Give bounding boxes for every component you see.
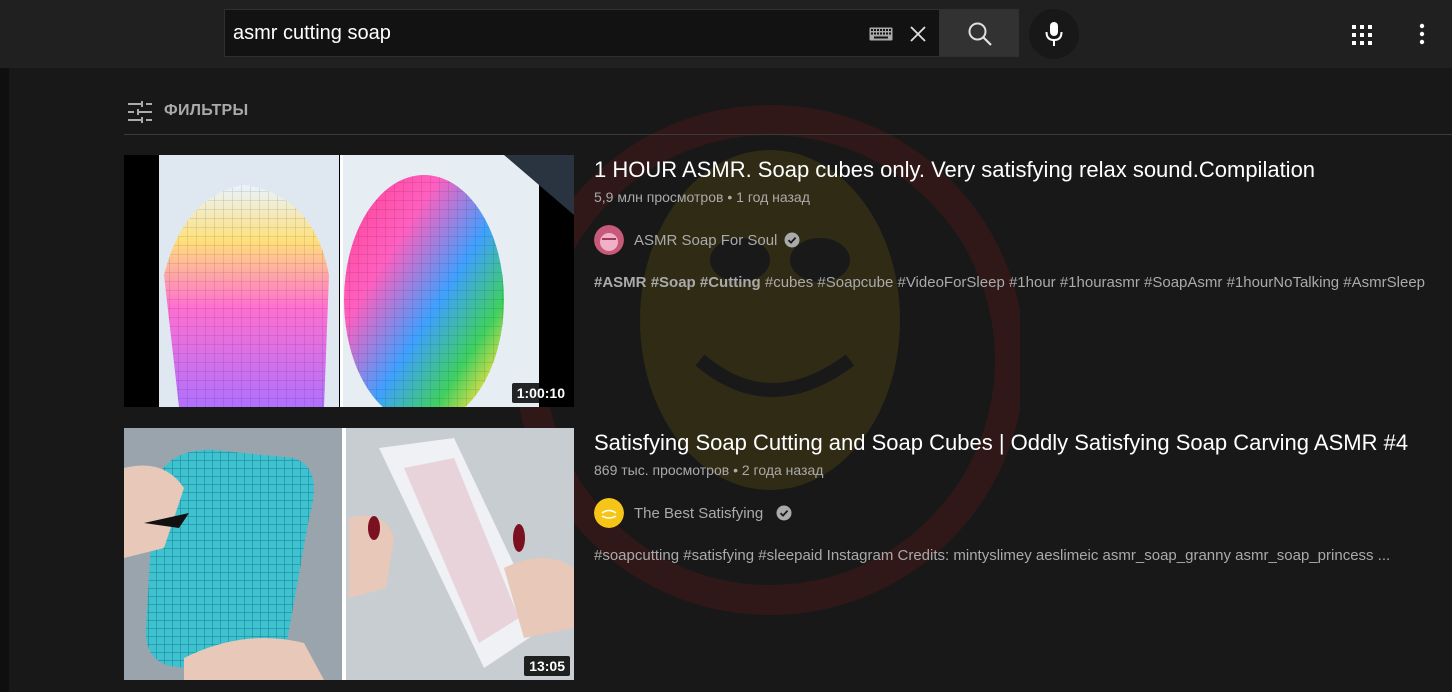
filters-label[interactable]: ФИЛЬТРЫ	[164, 102, 248, 120]
video-thumbnail[interactable]: 1:00:10	[124, 155, 574, 407]
verified-check-icon	[776, 505, 792, 521]
view-count: 869 тыс. просмотров	[594, 462, 730, 478]
meta-separator: •	[727, 189, 737, 205]
search-input[interactable]: asmr cutting soap	[224, 9, 940, 57]
apps-grid-icon[interactable]	[1351, 24, 1373, 46]
video-title[interactable]: 1 HOUR ASMR. Soap cubes only. Very satis…	[594, 157, 1315, 183]
search-query[interactable]: asmr cutting soap	[233, 22, 391, 45]
tune-icon	[128, 101, 152, 123]
video-description: #ASMR #Soap #Cutting #cubes #Soapcube #V…	[594, 274, 1452, 291]
channel-avatar[interactable]	[594, 498, 624, 528]
channel-avatar[interactable]	[594, 225, 624, 255]
search-icon	[968, 22, 992, 46]
upload-age: 1 год назад	[736, 189, 810, 205]
microphone-icon	[1045, 22, 1063, 46]
close-icon[interactable]	[907, 23, 929, 45]
left-gutter	[0, 68, 9, 692]
thumbnail-image	[124, 155, 574, 407]
upload-age: 2 года назад	[741, 462, 824, 478]
thumbnail-image	[124, 428, 574, 680]
search-button[interactable]	[939, 9, 1019, 57]
video-duration: 1:00:10	[511, 383, 570, 403]
keyboard-icon[interactable]	[869, 27, 893, 41]
voice-search-button[interactable]	[1029, 9, 1079, 59]
video-description: #soapcutting #satisfying #sleepaid Insta…	[594, 547, 1391, 564]
top-bar: asmr cutting soap	[0, 0, 1452, 68]
video-result[interactable]: 13:05 Satisfying Soap Cutting and Soap C…	[124, 428, 1452, 682]
hashtag[interactable]: #Soap	[651, 274, 696, 291]
video-thumbnail[interactable]: 13:05	[124, 428, 574, 680]
meta-separator: •	[733, 462, 742, 478]
more-vert-icon[interactable]	[1412, 22, 1432, 46]
channel-name[interactable]: ASMR Soap For Soul	[634, 232, 777, 249]
video-title[interactable]: Satisfying Soap Cutting and Soap Cubes |…	[594, 430, 1408, 456]
hashtag[interactable]: #Cutting	[700, 274, 761, 291]
verified-check-icon	[784, 232, 800, 248]
channel-name[interactable]: The Best Satisfying	[634, 505, 763, 522]
video-metadata: 869 тыс. просмотров • 2 года назад	[594, 462, 823, 478]
video-result[interactable]: 1:00:10 1 HOUR ASMR. Soap cubes only. Ve…	[124, 155, 1452, 409]
view-count: 5,9 млн просмотров	[594, 189, 724, 205]
description-text: #cubes #Soapcube #VideoForSleep #1hour #…	[764, 274, 1426, 291]
filters-bar[interactable]: ФИЛЬТРЫ	[124, 94, 1452, 135]
video-duration: 13:05	[524, 656, 570, 676]
video-metadata: 5,9 млн просмотров • 1 год назад	[594, 189, 810, 205]
hashtag[interactable]: #ASMR	[594, 274, 647, 291]
